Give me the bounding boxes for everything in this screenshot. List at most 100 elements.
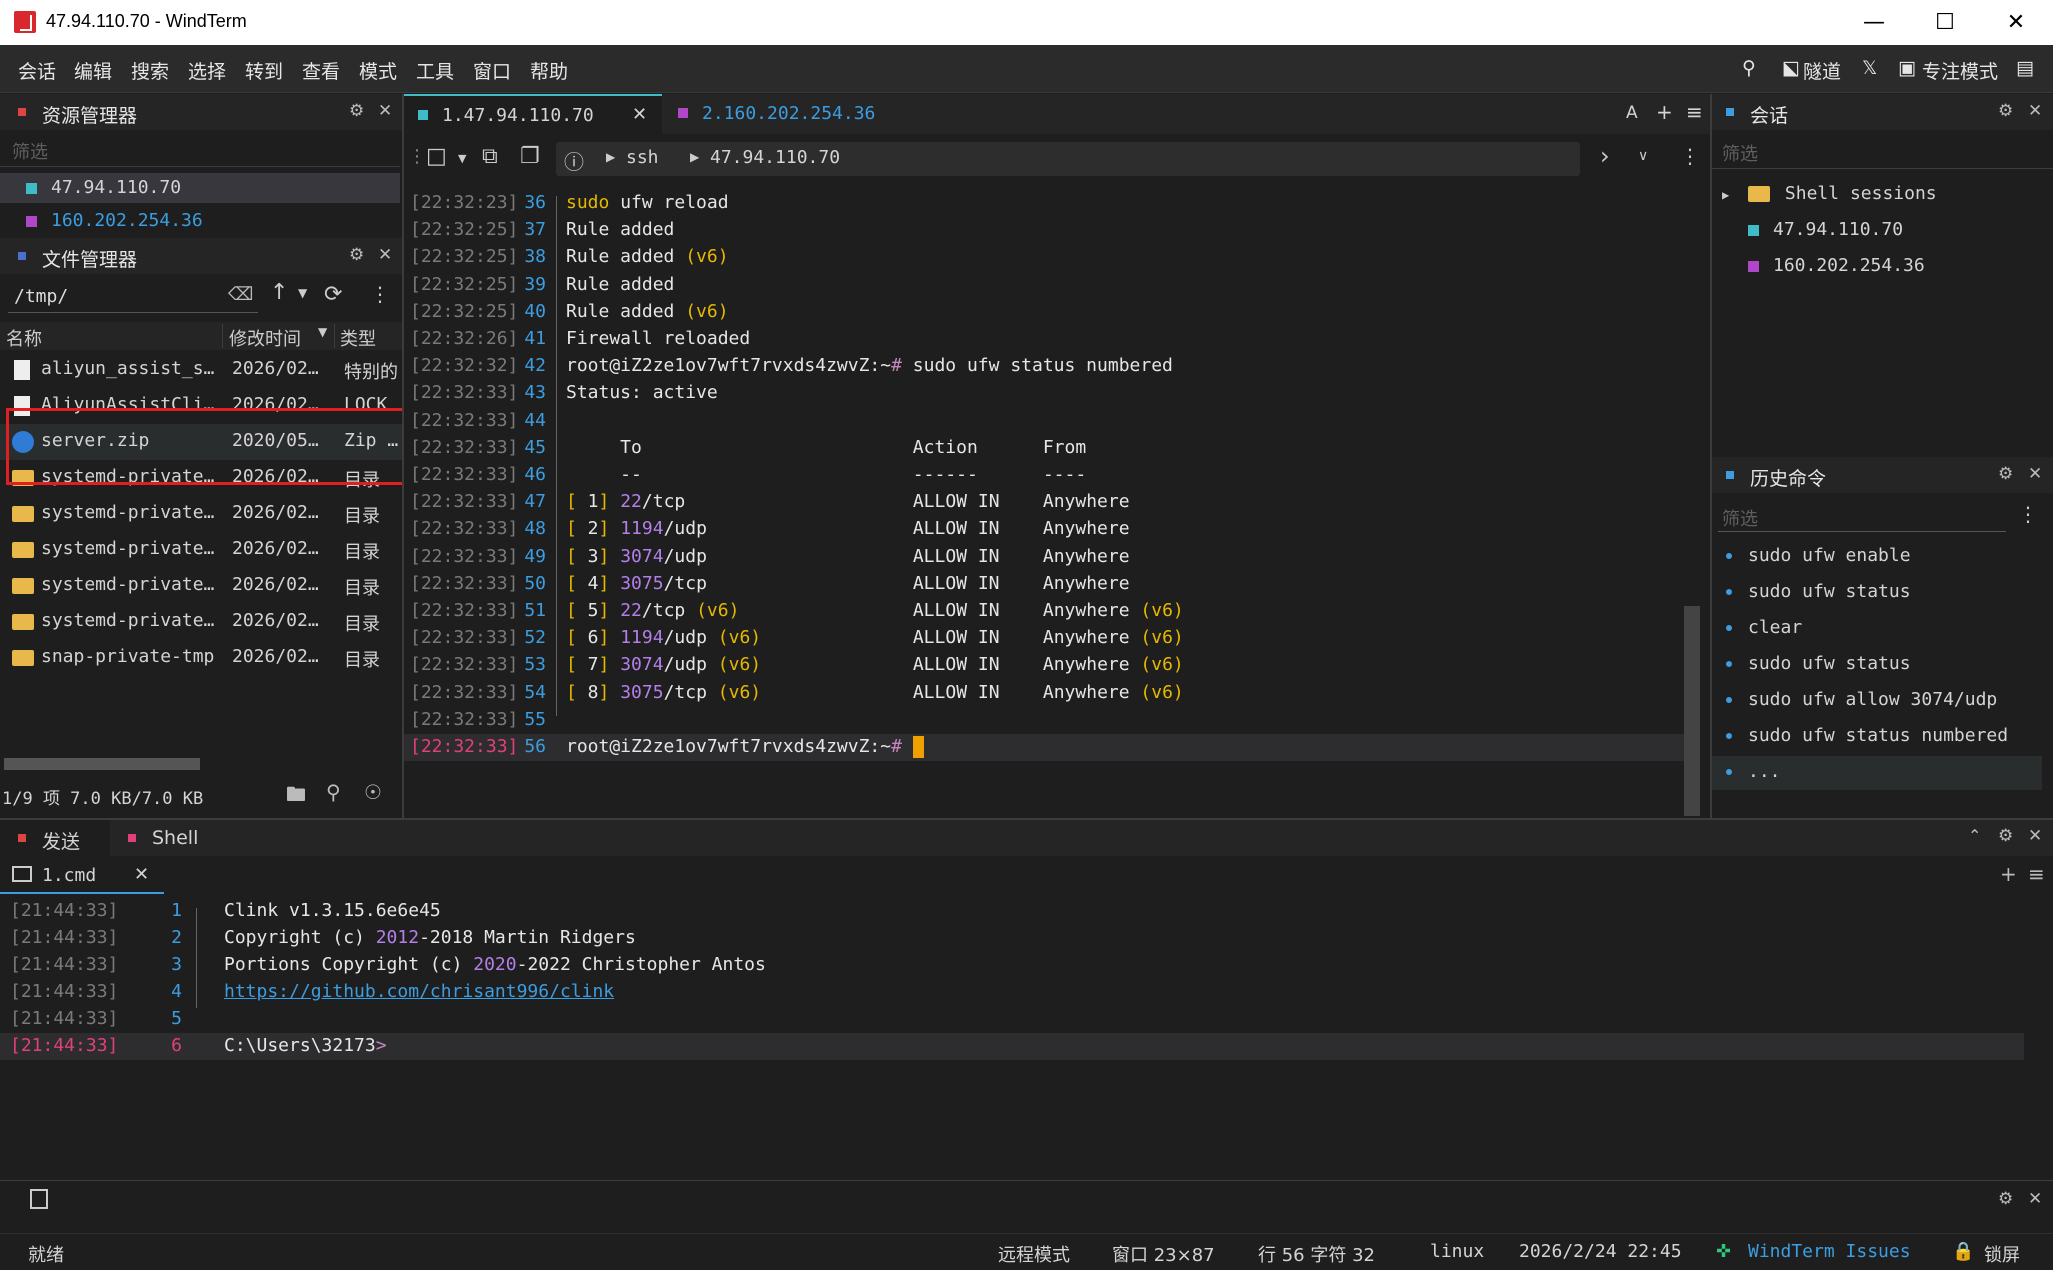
history-item[interactable]: ... — [1712, 756, 2042, 790]
clear-path-icon[interactable]: ⌫ — [228, 284, 253, 305]
gear-icon[interactable]: ⚙ — [1998, 464, 2013, 484]
table-row[interactable]: snap-private-tmp 2026/02… 目录 — [0, 640, 402, 676]
close-window-button[interactable]: ✕ — [1981, 0, 2051, 45]
add-tab-icon[interactable]: + — [2000, 862, 2017, 886]
focus-mode-button[interactable]: 专注模式 — [1922, 57, 1998, 84]
sessions-folder[interactable]: ▶ Shell sessions — [1722, 183, 1937, 204]
duplicate-icon[interactable]: ⧉ — [482, 144, 498, 169]
menu-view[interactable]: 查看 — [302, 57, 340, 84]
layout-icon[interactable]: ▤ — [2016, 57, 2034, 79]
search-icon[interactable]: ⚲ — [1742, 57, 1756, 79]
explorer-host-1[interactable]: 47.94.110.70 — [0, 173, 400, 203]
shell-output[interactable]: [21:44:33] 1 Clink v1.3.15.6e6e45 [21:44:33… — [0, 894, 2053, 1180]
refresh-icon[interactable]: ⟳ — [324, 282, 342, 307]
table-row[interactable]: systemd-private… 2026/02… 目录 — [0, 532, 402, 568]
history-item[interactable]: sudo ufw enable — [1712, 540, 2042, 574]
menu-search[interactable]: 搜索 — [131, 57, 169, 84]
col-modified[interactable]: 修改时间 — [229, 325, 301, 351]
table-row[interactable]: systemd-private… 2026/02… 目录 — [0, 604, 402, 640]
history-item[interactable]: sudo ufw allow 3074/udp — [1712, 684, 2042, 718]
tunnel-button[interactable]: 隧道 — [1803, 57, 1841, 84]
breadcrumb-host[interactable]: 47.94.110.70 — [710, 147, 840, 168]
maximize-button[interactable]: ☐ — [1910, 0, 1980, 45]
file-manager-header: 文件管理器 ⚙ ✕ — [0, 238, 402, 274]
up-arrow-icon[interactable]: ↑ — [270, 280, 288, 305]
close-icon[interactable]: ✕ — [2028, 826, 2042, 846]
tab-session-2[interactable]: 2.160.202.254.36 — [664, 94, 904, 134]
table-row[interactable]: systemd-private… 2026/02… 目录 — [0, 568, 402, 604]
more-icon[interactable]: ⋮ — [2018, 502, 2038, 526]
more-icon[interactable]: ⋮ — [1680, 144, 1700, 168]
chevron-down-icon[interactable]: ▼ — [298, 286, 307, 300]
table-row[interactable]: systemd-private… 2026/02… 目录 — [0, 496, 402, 532]
terminal-scrollbar[interactable] — [1684, 606, 1700, 816]
drag-handle-icon[interactable]: ⋮ — [408, 146, 426, 167]
line-text: [ 6] 1194/udp (v6) ALLOW IN Anywhere (v6… — [566, 627, 1184, 649]
close-icon[interactable]: ✕ — [378, 245, 392, 265]
font-icon[interactable]: A — [1626, 103, 1638, 123]
new-session-icon[interactable]: □ — [426, 144, 447, 169]
tab-cmd[interactable]: 1.cmd ✕ — [0, 858, 164, 894]
forward-icon[interactable]: › — [1600, 142, 1610, 170]
add-tab-icon[interactable]: + — [1656, 100, 1673, 124]
menu-goto[interactable]: 转到 — [245, 57, 283, 84]
breadcrumb-protocol[interactable]: ssh — [626, 147, 659, 168]
menu-edit[interactable]: 编辑 — [74, 57, 112, 84]
col-type[interactable]: 类型 — [340, 325, 376, 351]
document-icon[interactable] — [30, 1189, 48, 1209]
menu-mode[interactable]: 模式 — [359, 57, 397, 84]
menu-select[interactable]: 选择 — [188, 57, 226, 84]
tab-shell[interactable]: Shell — [112, 820, 232, 856]
gear-icon[interactable]: ⚙ — [349, 245, 364, 265]
sessions-filter-input[interactable]: 筛选 — [1722, 140, 1758, 166]
reconnect-icon[interactable]: ❐ — [520, 144, 540, 169]
close-icon[interactable]: ✕ — [2028, 1189, 2042, 1209]
info-icon[interactable]: ⓘ — [564, 146, 584, 175]
issues-link[interactable]: WindTerm Issues — [1748, 1241, 1911, 1262]
menu-help[interactable]: 帮助 — [530, 57, 568, 84]
tab-send[interactable]: 发送 — [0, 820, 110, 856]
history-item[interactable]: clear — [1712, 612, 2042, 646]
gear-icon[interactable]: ⚙ — [1998, 101, 2013, 121]
history-item[interactable]: sudo ufw status — [1712, 648, 2042, 682]
horizontal-scrollbar[interactable] — [4, 758, 200, 770]
tab-session-1[interactable]: 1.47.94.110.70 ✕ — [404, 94, 662, 134]
close-icon[interactable]: ✕ — [2028, 101, 2042, 121]
close-icon[interactable]: ✕ — [2028, 464, 2042, 484]
more-icon[interactable]: ⋮ — [370, 282, 390, 306]
lock-screen-button[interactable]: 锁屏 — [1984, 1241, 2020, 1267]
table-row[interactable]: aliyun_assist_s… 2026/02… 特别的 — [0, 352, 402, 388]
pin-icon[interactable]: ☉ — [364, 780, 382, 804]
chevron-down-icon[interactable]: ▼ — [458, 152, 466, 165]
terminal-output[interactable]: [22:32:23] 36 sudo ufw reload [22:32:25] 37 R… — [404, 184, 1710, 818]
session-item-1[interactable]: 47.94.110.70 — [1748, 219, 1903, 240]
shell-line: [21:44:33] 5 — [0, 1006, 2024, 1033]
session-item-2[interactable]: 160.202.254.36 — [1748, 255, 1925, 276]
close-icon[interactable]: ✕ — [378, 101, 392, 121]
close-tab-icon[interactable]: ✕ — [134, 864, 149, 885]
gear-icon[interactable]: ⚙ — [1998, 826, 2013, 846]
gear-icon[interactable]: ⚙ — [1998, 1189, 2013, 1209]
menu-icon[interactable]: ≡ — [2028, 862, 2045, 886]
close-tab-icon[interactable]: ✕ — [632, 104, 647, 125]
menu-tools[interactable]: 工具 — [416, 57, 454, 84]
chevron-down-icon[interactable]: ∨ — [1638, 148, 1648, 164]
explorer-host-2[interactable]: 160.202.254.36 — [0, 206, 400, 236]
explorer-filter-input[interactable]: 筛选 — [12, 138, 48, 164]
history-item[interactable]: sudo ufw status — [1712, 576, 2042, 610]
menu-window[interactable]: 窗口 — [473, 57, 511, 84]
x-icon[interactable]: 𝕏 — [1862, 57, 1877, 79]
gear-icon[interactable]: ⚙ — [349, 101, 364, 121]
minimize-button[interactable]: — — [1839, 0, 1909, 45]
location-icon[interactable]: ⚲ — [326, 780, 341, 804]
col-name[interactable]: 名称 — [6, 325, 42, 351]
history-item[interactable]: sudo ufw status numbered — [1712, 720, 2042, 754]
history-filter-input[interactable]: 筛选 — [1722, 505, 1758, 531]
folder-open-icon[interactable]: 🖿 — [286, 780, 306, 814]
menu-session[interactable]: 会话 — [18, 57, 56, 84]
menu-icon[interactable]: ≡ — [1686, 100, 1703, 124]
path-input[interactable]: /tmp/ — [14, 286, 68, 307]
status-mode[interactable]: 远程模式 — [998, 1241, 1070, 1267]
address-bar[interactable]: ⓘ ▶ ssh ▶ 47.94.110.70 — [556, 142, 1580, 176]
chevron-up-icon[interactable]: ⌃ — [1968, 826, 1981, 845]
